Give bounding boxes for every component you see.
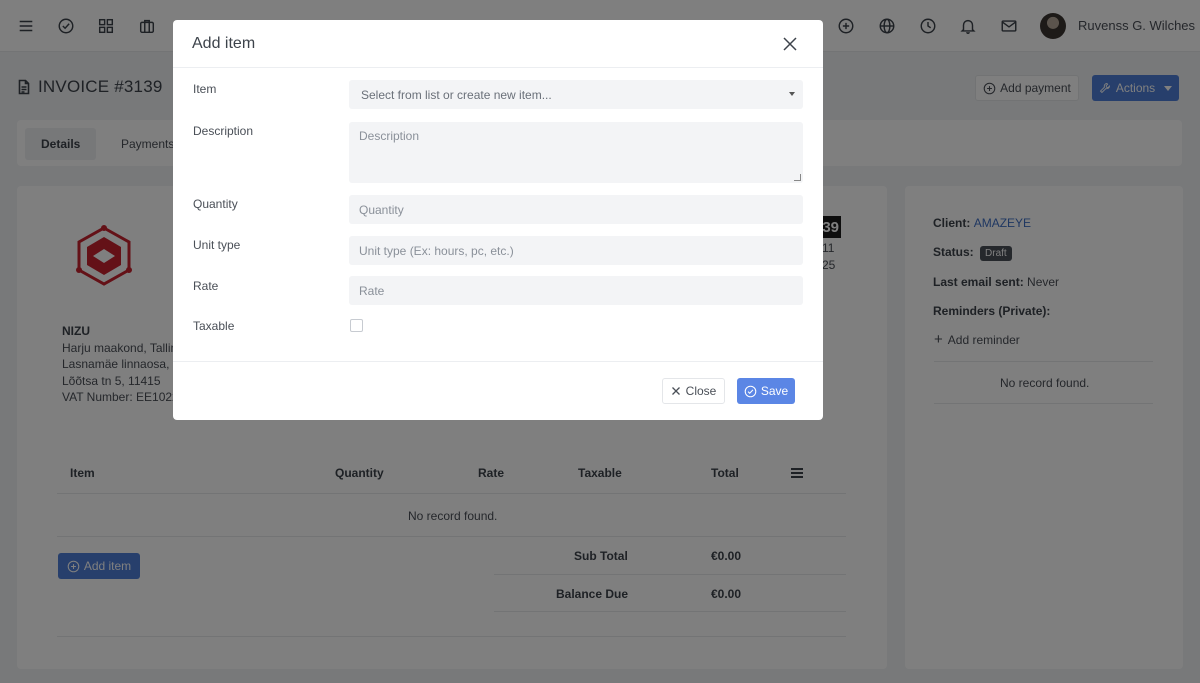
description-textarea[interactable]: Description bbox=[349, 122, 803, 183]
modal-title: Add item bbox=[192, 35, 256, 52]
item-select[interactable]: Select from list or create new item... bbox=[349, 80, 803, 109]
close-label: Close bbox=[685, 384, 717, 398]
modal-header: Add item bbox=[173, 20, 823, 68]
check-circle-icon bbox=[744, 385, 757, 397]
item-label: Item bbox=[193, 82, 217, 96]
quantity-placeholder: Quantity bbox=[359, 202, 404, 217]
close-button[interactable]: Close bbox=[662, 378, 725, 404]
description-label: Description bbox=[193, 124, 254, 138]
item-select-placeholder: Select from list or create new item... bbox=[361, 87, 552, 102]
save-button[interactable]: Save bbox=[737, 378, 795, 404]
description-placeholder: Description bbox=[359, 129, 420, 143]
divider bbox=[173, 361, 823, 362]
rate-input[interactable]: Rate bbox=[349, 276, 803, 305]
close-icon[interactable] bbox=[781, 35, 799, 53]
resize-handle-icon[interactable] bbox=[794, 174, 801, 181]
taxable-label: Taxable bbox=[193, 319, 235, 333]
add-item-modal: Add item Item Select from list or create… bbox=[173, 20, 823, 420]
rate-label: Rate bbox=[193, 279, 219, 293]
rate-placeholder: Rate bbox=[359, 283, 385, 298]
close-icon bbox=[671, 387, 680, 395]
chevron-down-icon bbox=[789, 92, 795, 96]
save-label: Save bbox=[760, 384, 789, 398]
unit-type-input[interactable]: Unit type (Ex: hours, pc, etc.) bbox=[349, 236, 803, 265]
quantity-input[interactable]: Quantity bbox=[349, 195, 803, 224]
unit-type-placeholder: Unit type (Ex: hours, pc, etc.) bbox=[359, 243, 514, 258]
unit-type-label: Unit type bbox=[193, 238, 241, 252]
taxable-checkbox[interactable] bbox=[350, 319, 363, 332]
quantity-label: Quantity bbox=[193, 197, 238, 211]
